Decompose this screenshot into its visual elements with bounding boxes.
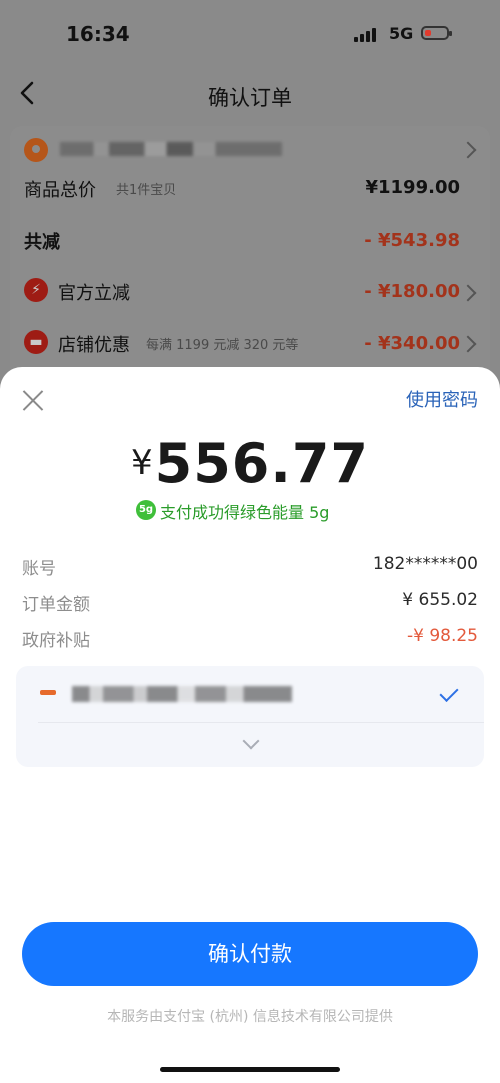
close-icon[interactable] [22,389,44,411]
reduction-label: 共减 [24,232,60,253]
order-amount-value: ¥ 655.02 [402,590,478,610]
chevron-right-icon [459,141,477,159]
location-icon [24,138,48,162]
total-price: ¥1199.00 [365,177,460,198]
divider [38,722,484,723]
account-row: 账号 182******00 [22,554,478,579]
address-redacted [60,142,282,156]
shop-discount-label: 店铺优惠 [58,335,130,356]
battery-icon [421,26,452,40]
account-value: 182******00 [372,554,478,574]
status-bar: 16:34 5G [0,0,500,66]
status-time: 16:34 [66,22,130,46]
shop-discount-value[interactable]: - ¥340.00 [364,333,460,354]
official-discount-value[interactable]: - ¥180.00 [364,281,460,302]
payment-amount: ¥556.77 [0,432,500,495]
chevron-down-icon[interactable] [242,732,260,750]
order-amount-label: 订单金额 [22,595,90,615]
total-count: 共1件宝贝 [116,183,177,198]
payment-method-selector[interactable] [16,666,484,767]
bank-card-redacted [72,686,292,702]
page-title: 确认订单 [208,86,292,110]
shop-icon: ▬ [24,330,48,354]
order-amount-row: 订单金额 ¥ 655.02 [22,590,478,615]
home-indicator [160,1067,340,1072]
subsidy-value: -¥ 98.25 [406,626,478,646]
service-footer: 本服务由支付宝 (杭州) 信息技术有限公司提供 [107,1009,393,1025]
green-energy-icon: 5g [136,500,156,520]
amount-value: 556.77 [154,432,370,495]
confirm-payment-button[interactable]: 确认付款 [22,922,478,986]
official-discount-label: 官方立减 [58,283,130,304]
account-label: 账号 [22,559,56,579]
signal-icon [354,26,382,42]
lightning-icon: ⚡ [24,278,48,302]
subsidy-row: 政府补贴 -¥ 98.25 [22,626,478,651]
green-energy-text: 支付成功得绿色能量 5g [160,503,330,522]
total-label: 商品总价 [24,180,96,201]
currency-symbol: ¥ [130,443,153,483]
check-icon [439,682,459,703]
subsidy-label: 政府补贴 [22,631,90,651]
use-password-link[interactable]: 使用密码 [406,386,478,412]
network-type: 5G [389,24,414,43]
shop-discount-rule: 每满 1199 元减 320 元等 [146,338,299,353]
bank-card-icon [40,690,56,695]
reduction-value: - ¥543.98 [364,230,460,251]
address-row[interactable] [24,136,480,164]
